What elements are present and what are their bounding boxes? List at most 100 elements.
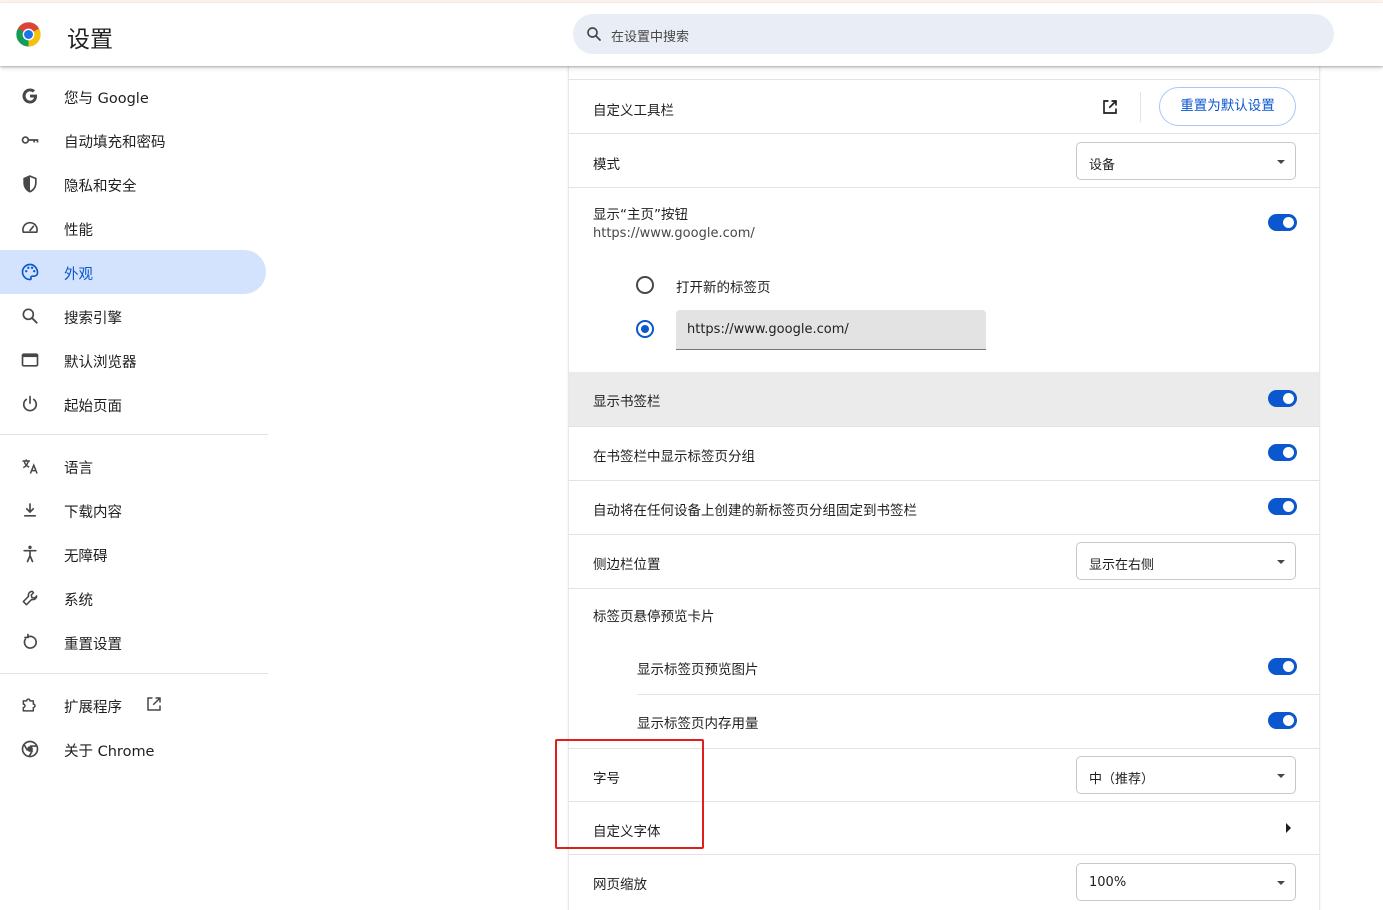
wrench-icon xyxy=(22,590,38,606)
sidebar-item-reset[interactable]: 重置设置 xyxy=(0,620,266,664)
chevron-down-icon xyxy=(1277,160,1285,164)
page-zoom-select[interactable]: 100% xyxy=(1076,863,1296,901)
side-panel-label: 侧边栏位置 xyxy=(593,557,661,573)
sidebar-item-label: 扩展程序 xyxy=(64,700,122,716)
sidebar-item-label: 性能 xyxy=(64,223,93,239)
sidebar-item-label: 搜索引擎 xyxy=(64,311,122,327)
mode-label: 模式 xyxy=(593,157,620,173)
page-title: 设置 xyxy=(67,27,113,53)
settings-sidebar: 您与 Google 自动填充和密码 隐私和安全 性能 外观 搜索引擎 默认浏览器… xyxy=(0,66,270,904)
key-icon xyxy=(21,136,39,144)
side-panel-value: 显示在右侧 xyxy=(1089,558,1155,573)
auto-pin-groups-label: 自动将在任何设备上创建的新标签页分组固定到书签栏 xyxy=(593,503,917,519)
tab-groups-row[interactable]: 在书签栏中显示标签页分组 xyxy=(569,427,1319,480)
tab-groups-label: 在书签栏中显示标签页分组 xyxy=(593,449,755,465)
search-input[interactable]: 在设置中搜索 xyxy=(573,14,1334,54)
hover-memory-label: 显示标签页内存用量 xyxy=(637,716,759,732)
shield-icon xyxy=(23,175,37,193)
sidebar-divider xyxy=(0,434,268,435)
translate-icon xyxy=(22,459,38,474)
speedometer-icon xyxy=(22,221,38,233)
font-size-select[interactable]: 中（推荐） xyxy=(1076,756,1296,794)
vertical-separator xyxy=(1140,92,1141,122)
palette-icon xyxy=(21,263,39,281)
external-link-icon[interactable] xyxy=(1101,98,1119,116)
sidebar-item-system[interactable]: 系统 xyxy=(0,576,266,620)
browser-window-icon xyxy=(21,353,39,367)
sidebar-item-search-engine[interactable]: 搜索引擎 xyxy=(0,294,266,338)
bookmarks-bar-label: 显示书签栏 xyxy=(593,394,661,410)
hover-card-section: 标签页悬停预览卡片 xyxy=(569,589,1319,641)
sidebar-item-privacy[interactable]: 隐私和安全 xyxy=(0,162,266,206)
new-tab-radio[interactable] xyxy=(636,276,654,294)
hover-card-label: 标签页悬停预览卡片 xyxy=(593,609,715,625)
sidebar-item-languages[interactable]: 语言 xyxy=(0,444,266,488)
home-button-label: 显示“主页”按钮 xyxy=(593,207,688,223)
sidebar-item-you-and-google[interactable]: 您与 Google xyxy=(0,74,266,118)
sidebar-item-label: 您与 Google xyxy=(64,91,149,107)
sidebar-item-about-chrome[interactable]: 关于 Chrome xyxy=(0,727,266,771)
reset-icon xyxy=(23,633,37,649)
sidebar-item-label: 语言 xyxy=(64,461,93,477)
reset-to-default-button[interactable]: 重置为默认设置 xyxy=(1159,87,1296,126)
sidebar-item-on-startup[interactable]: 起始页面 xyxy=(0,382,266,426)
search-placeholder: 在设置中搜索 xyxy=(611,30,690,45)
mode-value: 设备 xyxy=(1089,158,1116,173)
bookmarks-bar-row[interactable]: 显示书签栏 xyxy=(569,372,1319,426)
auto-pin-groups-row[interactable]: 自动将在任何设备上创建的新标签页分组固定到书签栏 xyxy=(569,481,1319,534)
home-url-value: https://www.google.com/ xyxy=(687,322,849,337)
sidebar-item-accessibility[interactable]: 无障碍 xyxy=(0,532,266,576)
sidebar-item-label: 默认浏览器 xyxy=(64,355,137,371)
chrome-logo-icon xyxy=(21,740,39,758)
chevron-down-icon xyxy=(1277,774,1285,778)
search-icon xyxy=(587,27,601,41)
sidebar-item-performance[interactable]: 性能 xyxy=(0,206,266,250)
sidebar-item-label: 外观 xyxy=(64,267,93,283)
sidebar-item-label: 隐私和安全 xyxy=(64,179,137,195)
custom-url-radio[interactable] xyxy=(636,320,654,338)
home-button-toggle[interactable] xyxy=(1268,214,1297,231)
google-g-icon xyxy=(22,88,38,104)
accessibility-icon xyxy=(23,545,37,563)
sidebar-item-label: 自动填充和密码 xyxy=(64,135,166,151)
sidebar-item-label: 重置设置 xyxy=(64,637,122,653)
sidebar-item-extensions[interactable]: 扩展程序 xyxy=(0,683,266,727)
chrome-logo-icon xyxy=(16,22,41,47)
page-zoom-value: 100% xyxy=(1089,875,1127,890)
tab-groups-toggle[interactable] xyxy=(1268,444,1297,461)
page-zoom-label: 网页缩放 xyxy=(593,877,647,893)
sidebar-item-label: 系统 xyxy=(64,593,93,609)
auto-pin-groups-toggle[interactable] xyxy=(1268,498,1297,515)
sidebar-item-label: 关于 Chrome xyxy=(64,744,155,760)
bookmarks-bar-toggle[interactable] xyxy=(1268,390,1297,407)
chevron-right-icon[interactable] xyxy=(1286,823,1291,833)
side-panel-select[interactable]: 显示在右侧 xyxy=(1076,542,1296,580)
customize-toolbar-label: 自定义工具栏 xyxy=(593,103,674,119)
settings-header: 设置 在设置中搜索 xyxy=(0,3,1383,66)
search-icon xyxy=(22,308,38,324)
sidebar-item-label: 无障碍 xyxy=(64,549,108,565)
home-button-row[interactable]: 显示“主页”按钮 https://www.google.com/ xyxy=(569,188,1319,248)
home-url-input[interactable]: https://www.google.com/ xyxy=(676,310,986,350)
external-link-icon xyxy=(147,697,161,711)
chevron-down-icon xyxy=(1277,881,1285,885)
hover-preview-image-label: 显示标签页预览图片 xyxy=(637,662,759,678)
sidebar-item-downloads[interactable]: 下载内容 xyxy=(0,488,266,532)
hover-memory-toggle[interactable] xyxy=(1268,712,1297,729)
home-button-url: https://www.google.com/ xyxy=(593,226,755,241)
sidebar-item-default-browser[interactable]: 默认浏览器 xyxy=(0,338,266,382)
sidebar-item-appearance[interactable]: 外观 xyxy=(0,250,266,294)
hover-preview-image-toggle[interactable] xyxy=(1268,658,1297,675)
puzzle-icon xyxy=(22,698,36,712)
download-icon xyxy=(24,503,36,517)
font-size-value: 中（推荐） xyxy=(1089,772,1155,787)
sidebar-divider xyxy=(0,673,268,674)
hover-preview-image-row[interactable]: 显示标签页预览图片 xyxy=(569,642,1319,695)
chevron-down-icon xyxy=(1277,560,1285,564)
highlight-annotation-box xyxy=(555,739,704,849)
mode-select[interactable]: 设备 xyxy=(1076,142,1296,180)
new-tab-option-label: 打开新的标签页 xyxy=(676,280,771,296)
power-icon xyxy=(22,395,38,412)
sidebar-item-autofill[interactable]: 自动填充和密码 xyxy=(0,118,266,162)
sidebar-item-label: 起始页面 xyxy=(64,399,122,415)
